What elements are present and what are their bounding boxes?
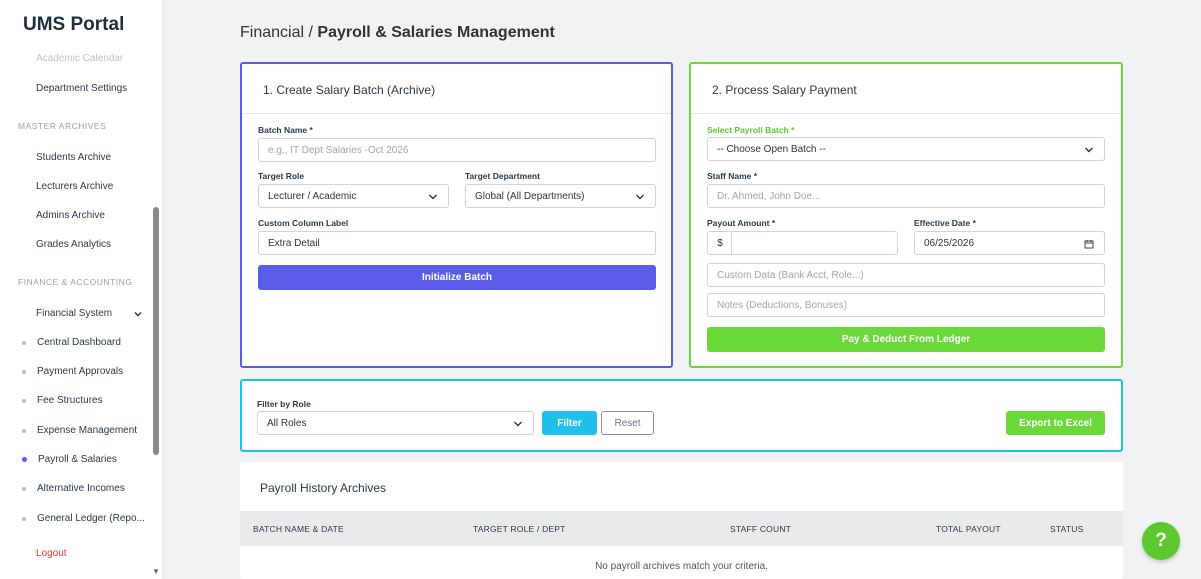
target-department-select[interactable]: Global (All Departments)	[465, 184, 656, 208]
sidebar-item-expense-management[interactable]: Expense Management	[22, 425, 137, 436]
reset-button[interactable]: Reset	[601, 411, 654, 435]
sidebar-item-central-dashboard[interactable]: Central Dashboard	[22, 337, 121, 348]
history-title: Payroll History Archives	[260, 481, 387, 495]
page-title: Payroll & Salaries Management	[317, 24, 555, 41]
bullet-icon	[22, 398, 26, 403]
bullet-icon	[22, 457, 27, 462]
notes-input[interactable]: Notes (Deductions, Bonuses)	[707, 293, 1105, 317]
filter-button[interactable]: Filter	[542, 411, 597, 435]
sidebar-item-admins-archive[interactable]: Admins Archive	[36, 210, 105, 221]
create-batch-card: 1. Create Salary Batch (Archive) Batch N…	[240, 62, 673, 368]
calendar-icon[interactable]	[1084, 239, 1094, 249]
bullet-icon	[22, 369, 26, 374]
sidebar-item-fee-structures[interactable]: Fee Structures	[22, 395, 103, 406]
custom-column-label: Custom Column Label	[258, 218, 349, 228]
section-title-master-archives: MASTER ARCHIVES	[18, 121, 107, 131]
chevron-down-icon[interactable]	[133, 309, 143, 319]
batch-name-label: Batch Name *	[258, 125, 313, 135]
bullet-icon	[22, 486, 26, 491]
sidebar-item-financial-system[interactable]: Financial System	[36, 308, 112, 319]
target-role-label: Target Role	[258, 171, 305, 181]
sidebar-item-alternative-incomes[interactable]: Alternative Incomes	[22, 483, 125, 494]
column-header-total-payout[interactable]: TOTAL PAYOUT	[936, 524, 1001, 534]
sidebar-item-grades-analytics[interactable]: Grades Analytics	[36, 239, 111, 250]
section-title-finance: FINANCE & ACCOUNTING	[18, 277, 133, 287]
bullet-icon	[22, 340, 26, 345]
effective-date-input[interactable]: 06/25/2026	[914, 231, 1105, 255]
sidebar-item-payroll-salaries[interactable]: Payroll & Salaries	[22, 454, 117, 465]
custom-column-input[interactable]: Extra Detail	[258, 231, 656, 255]
sidebar-scrollbar[interactable]	[153, 207, 159, 455]
filter-role-select[interactable]: All Roles	[257, 411, 534, 435]
select-batch-label: Select Payroll Batch *	[707, 125, 795, 135]
payout-amount-label: Payout Amount *	[707, 218, 776, 228]
payout-amount-input[interactable]	[731, 231, 898, 255]
help-button[interactable]: ?	[1142, 522, 1180, 560]
create-batch-title: 1. Create Salary Batch (Archive)	[242, 64, 671, 114]
breadcrumb-parent[interactable]: Financial	[240, 24, 304, 41]
column-header-target[interactable]: TARGET ROLE / DEPT	[473, 524, 566, 534]
breadcrumb: Financial / Payroll & Salaries Managemen…	[240, 24, 555, 42]
sidebar-item-academic-calendar[interactable]: Academic Calendar	[36, 53, 123, 64]
process-payment-title: 2. Process Salary Payment	[691, 64, 1121, 114]
logout-link[interactable]: Logout	[36, 548, 67, 559]
currency-prefix: $	[707, 231, 732, 255]
app-title: UMS Portal	[23, 14, 125, 35]
empty-state-message: No payroll archives match your criteria.	[595, 561, 768, 572]
sidebar-item-general-ledger[interactable]: General Ledger (Repo...	[22, 513, 145, 524]
sidebar: UMS Portal Academic Calendar Department …	[0, 0, 163, 579]
filter-card: Filter by Role All Roles Filter Reset Ex…	[240, 379, 1123, 452]
custom-data-input[interactable]: Custom Data (Bank Acct, Role...)	[707, 263, 1105, 287]
pay-deduct-button[interactable]: Pay & Deduct From Ledger	[707, 327, 1105, 352]
column-header-status[interactable]: STATUS	[1050, 524, 1083, 534]
table-header: BATCH NAME & DATE TARGET ROLE / DEPT STA…	[240, 511, 1123, 546]
process-payment-card: 2. Process Salary Payment Select Payroll…	[689, 62, 1123, 368]
column-header-staff-count[interactable]: STAFF COUNT	[730, 524, 791, 534]
bullet-icon	[22, 516, 26, 521]
bullet-icon	[22, 428, 26, 433]
chevron-down-icon	[514, 421, 522, 427]
effective-date-label: Effective Date *	[914, 218, 976, 228]
initialize-batch-button[interactable]: Initialize Batch	[258, 265, 656, 290]
sidebar-item-department-settings[interactable]: Department Settings	[36, 83, 127, 94]
chevron-down-icon	[1085, 147, 1093, 153]
breadcrumb-separator: /	[308, 24, 313, 41]
chevron-down-icon	[429, 194, 437, 200]
target-role-select[interactable]: Lecturer / Academic	[258, 184, 449, 208]
target-department-label: Target Department	[465, 171, 540, 181]
sidebar-item-payment-approvals[interactable]: Payment Approvals	[22, 366, 123, 377]
scroll-down-icon[interactable]: ▼	[152, 567, 160, 576]
staff-name-label: Staff Name *	[707, 171, 758, 181]
sidebar-item-lecturers-archive[interactable]: Lecturers Archive	[36, 181, 113, 192]
history-card: Payroll History Archives BATCH NAME & DA…	[240, 462, 1123, 579]
batch-name-input[interactable]: e.g., IT Dept Salaries -Oct 2026	[258, 138, 656, 162]
select-batch-select[interactable]: -- Choose Open Batch --	[707, 137, 1105, 161]
chevron-down-icon	[636, 194, 644, 200]
filter-role-label: Filter by Role	[257, 399, 311, 409]
sidebar-item-students-archive[interactable]: Students Archive	[36, 152, 111, 163]
column-header-batch[interactable]: BATCH NAME & DATE	[253, 524, 344, 534]
staff-name-input[interactable]: Dr. Ahmed, John Doe...	[707, 184, 1105, 208]
export-excel-button[interactable]: Export to Excel	[1006, 411, 1105, 435]
